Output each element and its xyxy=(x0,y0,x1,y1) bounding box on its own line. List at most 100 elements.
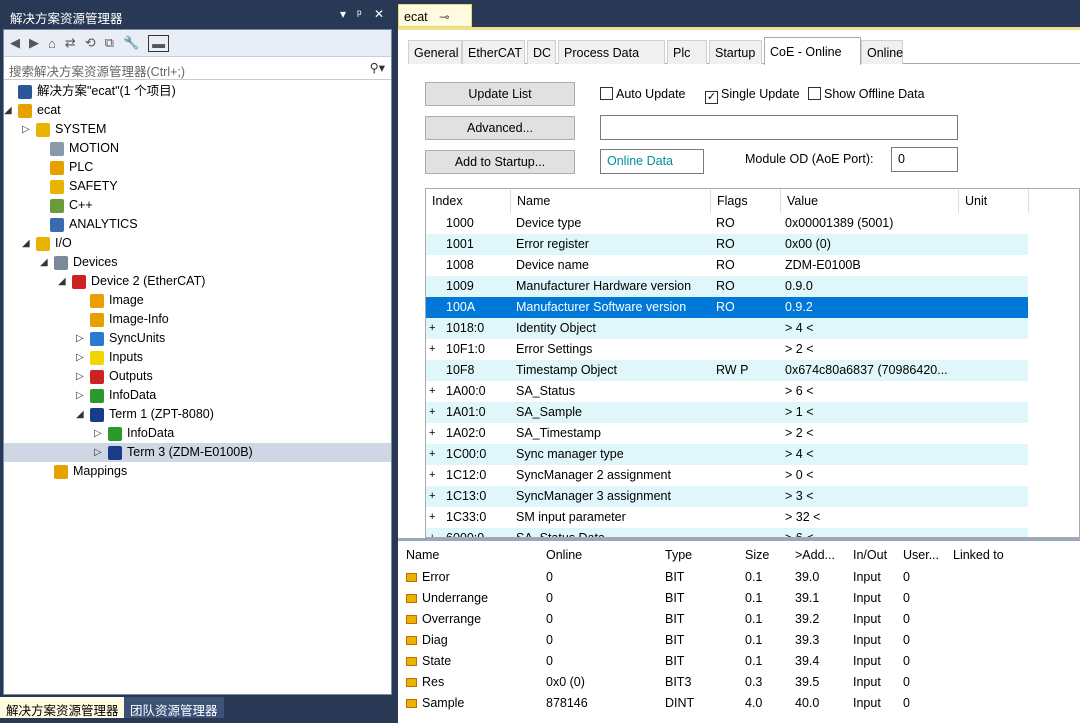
tab-dc[interactable]: DC xyxy=(527,40,556,64)
var-column-header[interactable]: Type xyxy=(662,543,692,567)
dropdown-icon[interactable]: ▾ xyxy=(340,7,346,21)
tree-item[interactable]: ANALYTICS xyxy=(4,215,391,234)
tree-item[interactable]: SAFETY xyxy=(4,177,391,196)
add-to-startup-button[interactable]: Add to Startup... xyxy=(425,150,575,174)
pin-icon[interactable]: ᵖ xyxy=(357,7,362,21)
expand-plus-icon[interactable]: + xyxy=(429,339,435,360)
var-row[interactable]: State 0 BIT 0.1 39.4 Input 0 xyxy=(398,651,1080,672)
tab-plc[interactable]: Plc xyxy=(667,40,707,64)
var-row[interactable]: Res 0x0 (0) BIT3 0.3 39.5 Input 0 xyxy=(398,672,1080,693)
expand-arrow-icon[interactable]: ◢ xyxy=(58,272,68,291)
forward-icon[interactable]: ▶ xyxy=(29,35,39,51)
od-row[interactable]: +1C13:0 SyncManager 3 assignment > 3 < xyxy=(426,486,1028,507)
tab-team-explorer[interactable]: 团队资源管理器 xyxy=(124,697,224,718)
var-column-header[interactable]: Size xyxy=(742,543,769,567)
advanced-button[interactable]: Advanced... xyxy=(425,116,575,140)
pin-icon[interactable]: ⊸ xyxy=(439,10,449,24)
var-column-header[interactable]: Name xyxy=(403,543,439,567)
od-row[interactable]: +1018:0 Identity Object > 4 < xyxy=(426,318,1028,339)
tab-startup[interactable]: Startup xyxy=(709,40,762,64)
var-row[interactable]: Error 0 BIT 0.1 39.0 Input 0 xyxy=(398,567,1080,588)
column-header[interactable]: Value xyxy=(781,189,959,213)
var-row[interactable]: Overrange 0 BIT 0.1 39.2 Input 0 xyxy=(398,609,1080,630)
search-icon[interactable]: ⚲▾ xyxy=(370,60,385,75)
column-header[interactable]: Unit xyxy=(959,189,1029,213)
auto-update-checkbox[interactable]: Auto Update xyxy=(600,87,686,101)
expand-plus-icon[interactable]: + xyxy=(429,423,435,444)
tree-item[interactable]: Image-Info xyxy=(4,310,391,329)
od-row[interactable]: +1C00:0 Sync manager type > 4 < xyxy=(426,444,1028,465)
expand-arrow-icon[interactable]: ▷ xyxy=(76,329,86,348)
od-row[interactable]: +1C12:0 SyncManager 2 assignment > 0 < xyxy=(426,465,1028,486)
tree-item[interactable]: ▷ SYSTEM xyxy=(4,120,391,139)
od-row[interactable]: +1A01:0 SA_Sample > 1 < xyxy=(426,402,1028,423)
tree-item[interactable]: C++ xyxy=(4,196,391,215)
sync-icon[interactable]: ⇄ xyxy=(65,35,76,51)
column-header[interactable]: Flags xyxy=(711,189,781,213)
tree-item[interactable]: ▷ SyncUnits xyxy=(4,329,391,348)
column-header[interactable]: Name xyxy=(511,189,711,213)
tab-coe-online[interactable]: CoE - Online xyxy=(764,37,861,65)
expand-plus-icon[interactable]: + xyxy=(429,486,435,507)
tree-item[interactable]: ◢ ecat xyxy=(4,101,391,120)
od-row[interactable]: 100A Manufacturer Software version RO 0.9.2 xyxy=(426,297,1028,318)
expand-arrow-icon[interactable]: ▷ xyxy=(94,424,104,443)
tree-item[interactable]: ◢ I/O xyxy=(4,234,391,253)
expand-plus-icon[interactable]: + xyxy=(429,402,435,423)
od-row[interactable]: 1009 Manufacturer Hardware version RO 0.9.0 xyxy=(426,276,1028,297)
od-row[interactable]: +1C33:0 SM input parameter > 32 < xyxy=(426,507,1028,528)
expand-arrow-icon[interactable]: ◢ xyxy=(4,101,14,120)
tab-solution-explorer[interactable]: 解决方案资源管理器 xyxy=(0,697,125,718)
var-column-header[interactable]: User... xyxy=(900,543,939,567)
expand-arrow-icon[interactable]: ◢ xyxy=(76,405,86,424)
single-update-checkbox[interactable]: ✓ Single Update xyxy=(705,87,800,104)
var-column-header[interactable]: Linked to xyxy=(950,543,1004,567)
tree-item[interactable]: ◢ Term 1 (ZPT-8080) xyxy=(4,405,391,424)
expand-arrow-icon[interactable]: ◢ xyxy=(40,253,50,272)
tree-item[interactable]: ▷ InfoData xyxy=(4,424,391,443)
expand-plus-icon[interactable]: + xyxy=(429,465,435,486)
od-row[interactable]: 10F8 Timestamp Object RW P 0x674c80a6837 (7… xyxy=(426,360,1028,381)
collapse-icon[interactable]: ⧉ xyxy=(105,35,114,51)
advanced-field[interactable] xyxy=(600,115,958,140)
expand-arrow-icon[interactable]: ◢ xyxy=(22,234,32,253)
history-icon[interactable]: ⟲ xyxy=(85,35,96,51)
od-row[interactable]: 1000 Device type RO 0x00001389 (5001) xyxy=(426,213,1028,234)
expand-plus-icon[interactable]: + xyxy=(429,318,435,339)
tree-item[interactable]: ◢ Devices xyxy=(4,253,391,272)
tree-item[interactable]: ▷ Term 3 (ZDM-E0100B) xyxy=(4,443,391,462)
od-row[interactable]: +10F1:0 Error Settings > 2 < xyxy=(426,339,1028,360)
tab-process-data[interactable]: Process Data xyxy=(558,40,665,64)
var-row[interactable]: Diag 0 BIT 0.1 39.3 Input 0 xyxy=(398,630,1080,651)
back-icon[interactable]: ◀ xyxy=(10,35,20,51)
od-row[interactable]: +6000:0 SA_Status Data > 6 < xyxy=(426,528,1028,537)
od-row[interactable]: 1008 Device name RO ZDM-E0100B xyxy=(426,255,1028,276)
expand-arrow-icon[interactable]: ▷ xyxy=(76,348,86,367)
show-offline-checkbox[interactable]: Show Offline Data xyxy=(808,87,925,101)
tree-item[interactable]: Mappings xyxy=(4,462,391,481)
tree-item[interactable]: Image xyxy=(4,291,391,310)
tab-online[interactable]: Online xyxy=(861,40,903,64)
od-row[interactable]: +1A00:0 SA_Status > 6 < xyxy=(426,381,1028,402)
preview-icon[interactable]: ▬ xyxy=(148,34,170,52)
var-row[interactable]: Sample 878146 DINT 4.0 40.0 Input 0 xyxy=(398,693,1080,714)
expand-arrow-icon[interactable]: ▷ xyxy=(22,120,32,139)
expand-plus-icon[interactable]: + xyxy=(429,528,435,537)
tree-item[interactable]: MOTION xyxy=(4,139,391,158)
tab-ethercat[interactable]: EtherCAT xyxy=(462,40,525,64)
tree-item[interactable]: 解决方案"ecat"(1 个项目) xyxy=(4,82,391,101)
tab-general[interactable]: General xyxy=(408,40,462,64)
update-list-button[interactable]: Update List xyxy=(425,82,575,106)
properties-icon[interactable]: 🔧 xyxy=(123,35,139,51)
expand-arrow-icon[interactable]: ▷ xyxy=(76,367,86,386)
tree-item[interactable]: PLC xyxy=(4,158,391,177)
tab-ecat[interactable]: ecat ⊸ ✕ xyxy=(398,4,472,39)
expand-arrow-icon[interactable]: ▷ xyxy=(76,386,86,405)
tree-item[interactable]: ◢ Device 2 (EtherCAT) xyxy=(4,272,391,291)
tree-item[interactable]: ▷ Inputs xyxy=(4,348,391,367)
var-column-header[interactable]: In/Out xyxy=(850,543,887,567)
module-od-input[interactable]: 0 xyxy=(891,147,958,172)
expand-plus-icon[interactable]: + xyxy=(429,444,435,465)
var-column-header[interactable]: Online xyxy=(543,543,582,567)
od-row[interactable]: 1001 Error register RO 0x00 (0) xyxy=(426,234,1028,255)
